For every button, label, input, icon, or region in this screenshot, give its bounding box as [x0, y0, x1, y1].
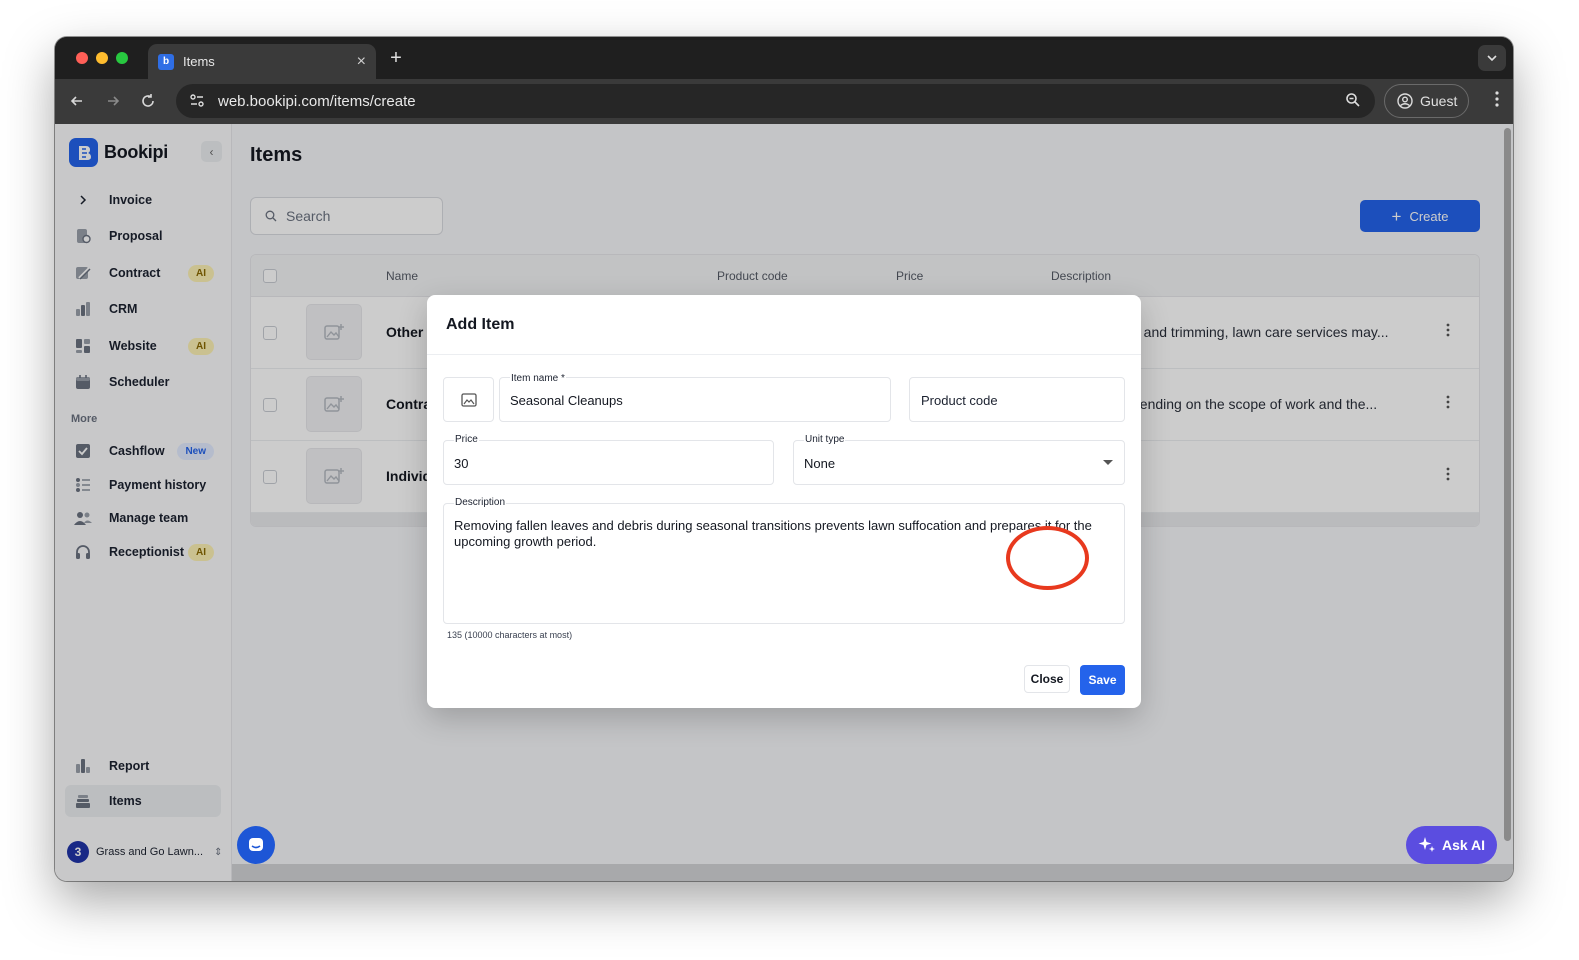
- ask-ai-label: Ask AI: [1441, 837, 1486, 853]
- tab-close-icon[interactable]: ×: [357, 53, 366, 71]
- dialog-title: Add Item: [446, 316, 515, 333]
- caret-down-icon: [1103, 460, 1113, 465]
- save-button[interactable]: Save: [1080, 665, 1125, 695]
- item-name-label: Item name *: [510, 373, 566, 384]
- item-image-picker[interactable]: [443, 377, 494, 422]
- product-code-placeholder: Product code: [921, 393, 998, 408]
- window-close-button[interactable]: [76, 52, 88, 64]
- product-code-field[interactable]: Product code: [909, 377, 1125, 422]
- price-value: 30: [454, 456, 469, 471]
- image-icon: [460, 392, 477, 407]
- url-text: web.bookipi.com/items/create: [218, 92, 416, 110]
- save-highlight-annotation: [1006, 526, 1089, 590]
- site-settings-icon[interactable]: [188, 92, 206, 110]
- ask-ai-button[interactable]: Ask AI: [1406, 826, 1497, 864]
- item-name-field[interactable]: Item name * Seasonal Cleanups: [499, 373, 891, 422]
- unit-type-value: None: [804, 456, 836, 471]
- browser-window: b Items × + web.bookipi.com/items/create: [55, 37, 1513, 881]
- chat-icon: [249, 838, 263, 851]
- forward-button[interactable]: [101, 89, 125, 113]
- description-label: Description: [454, 497, 507, 508]
- web-page: Bookipi ‹ Invoice Proposal Contract AI C…: [55, 124, 1513, 881]
- character-count: 135 (10000 characters at most): [447, 630, 573, 640]
- window-minimize-button[interactable]: [96, 52, 108, 64]
- tab-strip: b Items × +: [55, 37, 1513, 79]
- chevron-down-icon: [1487, 55, 1497, 62]
- reload-icon: [142, 94, 154, 107]
- profile-label: Guest: [1420, 93, 1458, 109]
- tab-title: Items: [183, 54, 215, 69]
- page-scrollbar[interactable]: [1504, 128, 1511, 841]
- window-maximize-button[interactable]: [116, 52, 128, 64]
- chat-launcher-button[interactable]: [237, 826, 275, 864]
- unit-type-label: Unit type: [804, 434, 846, 445]
- add-item-dialog: Add Item Item name * Seasonal Cleanups P…: [427, 295, 1141, 708]
- reload-button[interactable]: [136, 89, 160, 113]
- unit-type-select[interactable]: Unit type None: [793, 434, 1125, 485]
- new-tab-button[interactable]: +: [386, 47, 406, 70]
- dialog-header: Add Item: [427, 295, 1141, 355]
- item-name-value: Seasonal Cleanups: [510, 393, 623, 408]
- browser-toolbar: web.bookipi.com/items/create Guest: [55, 79, 1513, 124]
- browser-tab[interactable]: b Items ×: [148, 44, 376, 79]
- profile-button[interactable]: Guest: [1384, 84, 1469, 118]
- address-bar[interactable]: web.bookipi.com/items/create: [176, 84, 1375, 118]
- sparkle-icon: [1418, 837, 1435, 852]
- close-button[interactable]: Close: [1024, 665, 1070, 693]
- arrow-right-icon: [108, 96, 120, 106]
- price-label: Price: [454, 434, 479, 445]
- browser-menu-icon[interactable]: [1495, 91, 1499, 112]
- back-button[interactable]: [65, 89, 89, 113]
- profile-icon: [1397, 93, 1413, 109]
- arrow-left-icon: [70, 96, 82, 106]
- price-field[interactable]: Price 30: [443, 434, 774, 485]
- bookipi-favicon-icon: b: [158, 53, 174, 70]
- zoom-icon[interactable]: [1345, 92, 1361, 112]
- tab-search-button[interactable]: [1478, 45, 1506, 71]
